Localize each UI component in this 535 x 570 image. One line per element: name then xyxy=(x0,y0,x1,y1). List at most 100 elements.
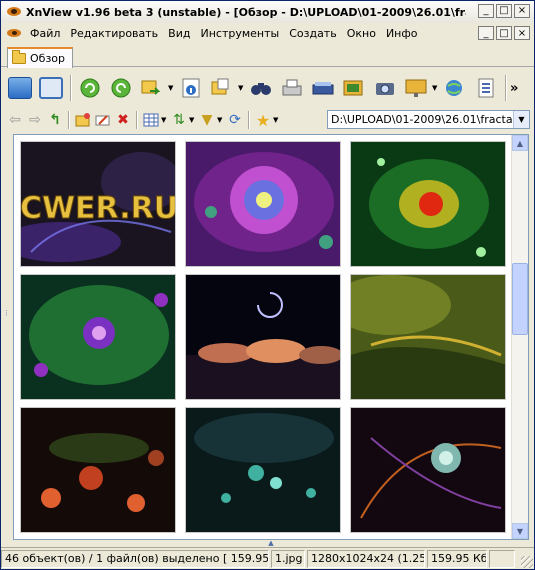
web-icon[interactable] xyxy=(440,73,470,103)
favorites-dropdown-icon[interactable]: ▼ xyxy=(273,116,279,124)
toolbar-separator xyxy=(136,111,138,129)
toolbar-separator xyxy=(248,111,250,129)
menu-tools[interactable]: Инструменты xyxy=(195,27,284,40)
slideshow-icon[interactable] xyxy=(339,73,369,103)
thumbnail-9-image xyxy=(351,408,505,532)
folder-icon xyxy=(12,50,26,64)
scroll-down-arrow-icon[interactable]: ▼ xyxy=(512,523,528,539)
thumbnail-7-image xyxy=(21,408,175,532)
thumbnail-1[interactable]: CWER.RU xyxy=(20,141,176,267)
forward-arrow-icon[interactable]: ⇨ xyxy=(25,110,45,130)
copy-dropdown-icon[interactable]: ▼ xyxy=(238,84,244,92)
thumbnail-browser[interactable]: CWER.RU ▲ ▼ xyxy=(13,134,529,540)
bottom-panel-splitter-icon[interactable]: ▲ xyxy=(261,540,281,547)
camera-icon[interactable] xyxy=(370,73,400,103)
close-button[interactable]: × xyxy=(514,4,530,18)
window-title: XnView v1.96 beta 3 (unstable) - [Обзор … xyxy=(26,5,466,19)
wallpaper-icon[interactable] xyxy=(401,73,431,103)
fullscreen-icon[interactable] xyxy=(5,73,35,103)
toolbar-separator xyxy=(505,75,507,101)
convert-icon[interactable] xyxy=(137,73,167,103)
thumbnail-7[interactable] xyxy=(20,407,176,533)
info-icon[interactable] xyxy=(176,73,206,103)
thumbnail-8-image xyxy=(186,408,340,532)
view-mode-dropdown-icon[interactable]: ▼ xyxy=(161,116,167,124)
tab-strip: Обзор xyxy=(1,43,534,68)
wallpaper-dropdown-icon[interactable]: ▼ xyxy=(432,84,438,92)
resize-grip-icon[interactable] xyxy=(521,556,533,568)
toolbar-overflow-icon[interactable]: » xyxy=(510,81,520,96)
status-filesize: 159.95 Кб xyxy=(427,549,487,568)
status-dimensions: 1280x1024x24 (1.25) xyxy=(307,549,425,568)
properties-icon[interactable] xyxy=(471,73,501,103)
rename-icon[interactable] xyxy=(93,110,113,130)
scrollbar-thumb[interactable] xyxy=(512,263,528,335)
menu-edit[interactable]: Редактировать xyxy=(65,27,163,40)
thumbnail-2[interactable] xyxy=(185,141,341,267)
thumbnail-5[interactable] xyxy=(185,274,341,400)
status-selection-count: 46 объект(ов) / 1 файл(ов) выделено [ 15… xyxy=(1,549,269,568)
path-input[interactable]: D:\UPLOAD\01-2009\26.01\fractal art xyxy=(328,113,513,126)
favorites-star-icon[interactable]: ★ xyxy=(253,110,273,130)
toolbar-separator xyxy=(70,75,72,101)
menu-bar: Файл Редактировать Вид Инструменты Созда… xyxy=(1,23,534,43)
thumbnail-4[interactable] xyxy=(20,274,176,400)
copy-to-icon[interactable] xyxy=(207,73,237,103)
rotate-right-icon[interactable] xyxy=(106,73,136,103)
xnview-app-icon[interactable] xyxy=(6,4,22,20)
vertical-scrollbar[interactable]: ▲ ▼ xyxy=(511,135,528,539)
delete-icon[interactable]: ✖ xyxy=(113,110,133,130)
tab-browser[interactable]: Обзор xyxy=(7,47,73,68)
title-bar[interactable]: XnView v1.96 beta 3 (unstable) - [Обзор … xyxy=(1,1,534,23)
fit-window-icon[interactable] xyxy=(36,73,66,103)
thumbnail-9[interactable] xyxy=(350,407,506,533)
thumbnail-4-image xyxy=(21,275,175,399)
refresh-icon[interactable]: ⟳ xyxy=(225,110,245,130)
sort-dropdown-icon[interactable]: ▼ xyxy=(189,116,195,124)
mdi-child-icon[interactable] xyxy=(7,26,21,40)
print-icon[interactable] xyxy=(277,73,307,103)
main-toolbar: ▼ ▼ ▼ » xyxy=(5,71,530,105)
filter-dropdown-icon[interactable]: ▼ xyxy=(217,116,223,124)
status-filename: 1.jpg xyxy=(271,549,305,568)
navigation-toolbar: ⇦ ⇨ ↰ ✖ ▼ ⇅ ▼ ▼ ▼ ⟳ ★ ▼ D:\UPLOAD\01-200… xyxy=(5,108,530,132)
main-window: XnView v1.96 beta 3 (unstable) - [Обзор … xyxy=(0,0,535,570)
minimize-button[interactable]: _ xyxy=(478,4,494,18)
view-mode-icon[interactable] xyxy=(141,110,161,130)
path-combobox[interactable]: D:\UPLOAD\01-2009\26.01\fractal art ▼ xyxy=(327,110,530,129)
thumbnail-3-image xyxy=(351,142,505,266)
convert-dropdown-icon[interactable]: ▼ xyxy=(168,84,174,92)
menu-window[interactable]: Окно xyxy=(342,27,381,40)
status-bar: 46 объект(ов) / 1 файл(ов) выделено [ 15… xyxy=(1,547,534,569)
thumbnail-6-image xyxy=(351,275,505,399)
thumbnail-3[interactable] xyxy=(350,141,506,267)
rotate-left-icon[interactable] xyxy=(75,73,105,103)
menu-view[interactable]: Вид xyxy=(163,27,195,40)
filter-icon[interactable]: ▼ xyxy=(197,110,217,130)
new-folder-icon[interactable] xyxy=(73,110,93,130)
sort-icon[interactable]: ⇅ xyxy=(169,110,189,130)
mdi-restore-button[interactable]: □ xyxy=(496,26,512,40)
thumbnail-1-label: CWER.RU xyxy=(21,191,176,226)
mdi-close-button[interactable]: × xyxy=(514,26,530,40)
thumbnail-5-image xyxy=(186,275,340,399)
toolbar-separator xyxy=(68,111,70,129)
menu-file[interactable]: Файл xyxy=(25,27,65,40)
scroll-up-arrow-icon[interactable]: ▲ xyxy=(512,135,528,151)
tab-browser-label: Обзор xyxy=(30,52,66,65)
thumbnail-6[interactable] xyxy=(350,274,506,400)
thumbnail-8[interactable] xyxy=(185,407,341,533)
path-dropdown-icon[interactable]: ▼ xyxy=(513,111,529,128)
left-panel-splitter-icon[interactable]: ⋮ xyxy=(3,309,10,329)
parent-folder-icon[interactable]: ↰ xyxy=(45,110,65,130)
maximize-button[interactable]: □ xyxy=(496,4,512,18)
status-empty-panel xyxy=(489,549,515,568)
thumbnail-1-image: CWER.RU xyxy=(21,142,176,266)
menu-info[interactable]: Инфо xyxy=(381,27,423,40)
menu-create[interactable]: Создать xyxy=(284,27,342,40)
binoculars-icon[interactable] xyxy=(246,73,276,103)
scanner-icon[interactable] xyxy=(308,73,338,103)
thumbnail-2-image xyxy=(186,142,340,266)
back-arrow-icon[interactable]: ⇦ xyxy=(5,110,25,130)
mdi-minimize-button[interactable]: _ xyxy=(478,26,494,40)
